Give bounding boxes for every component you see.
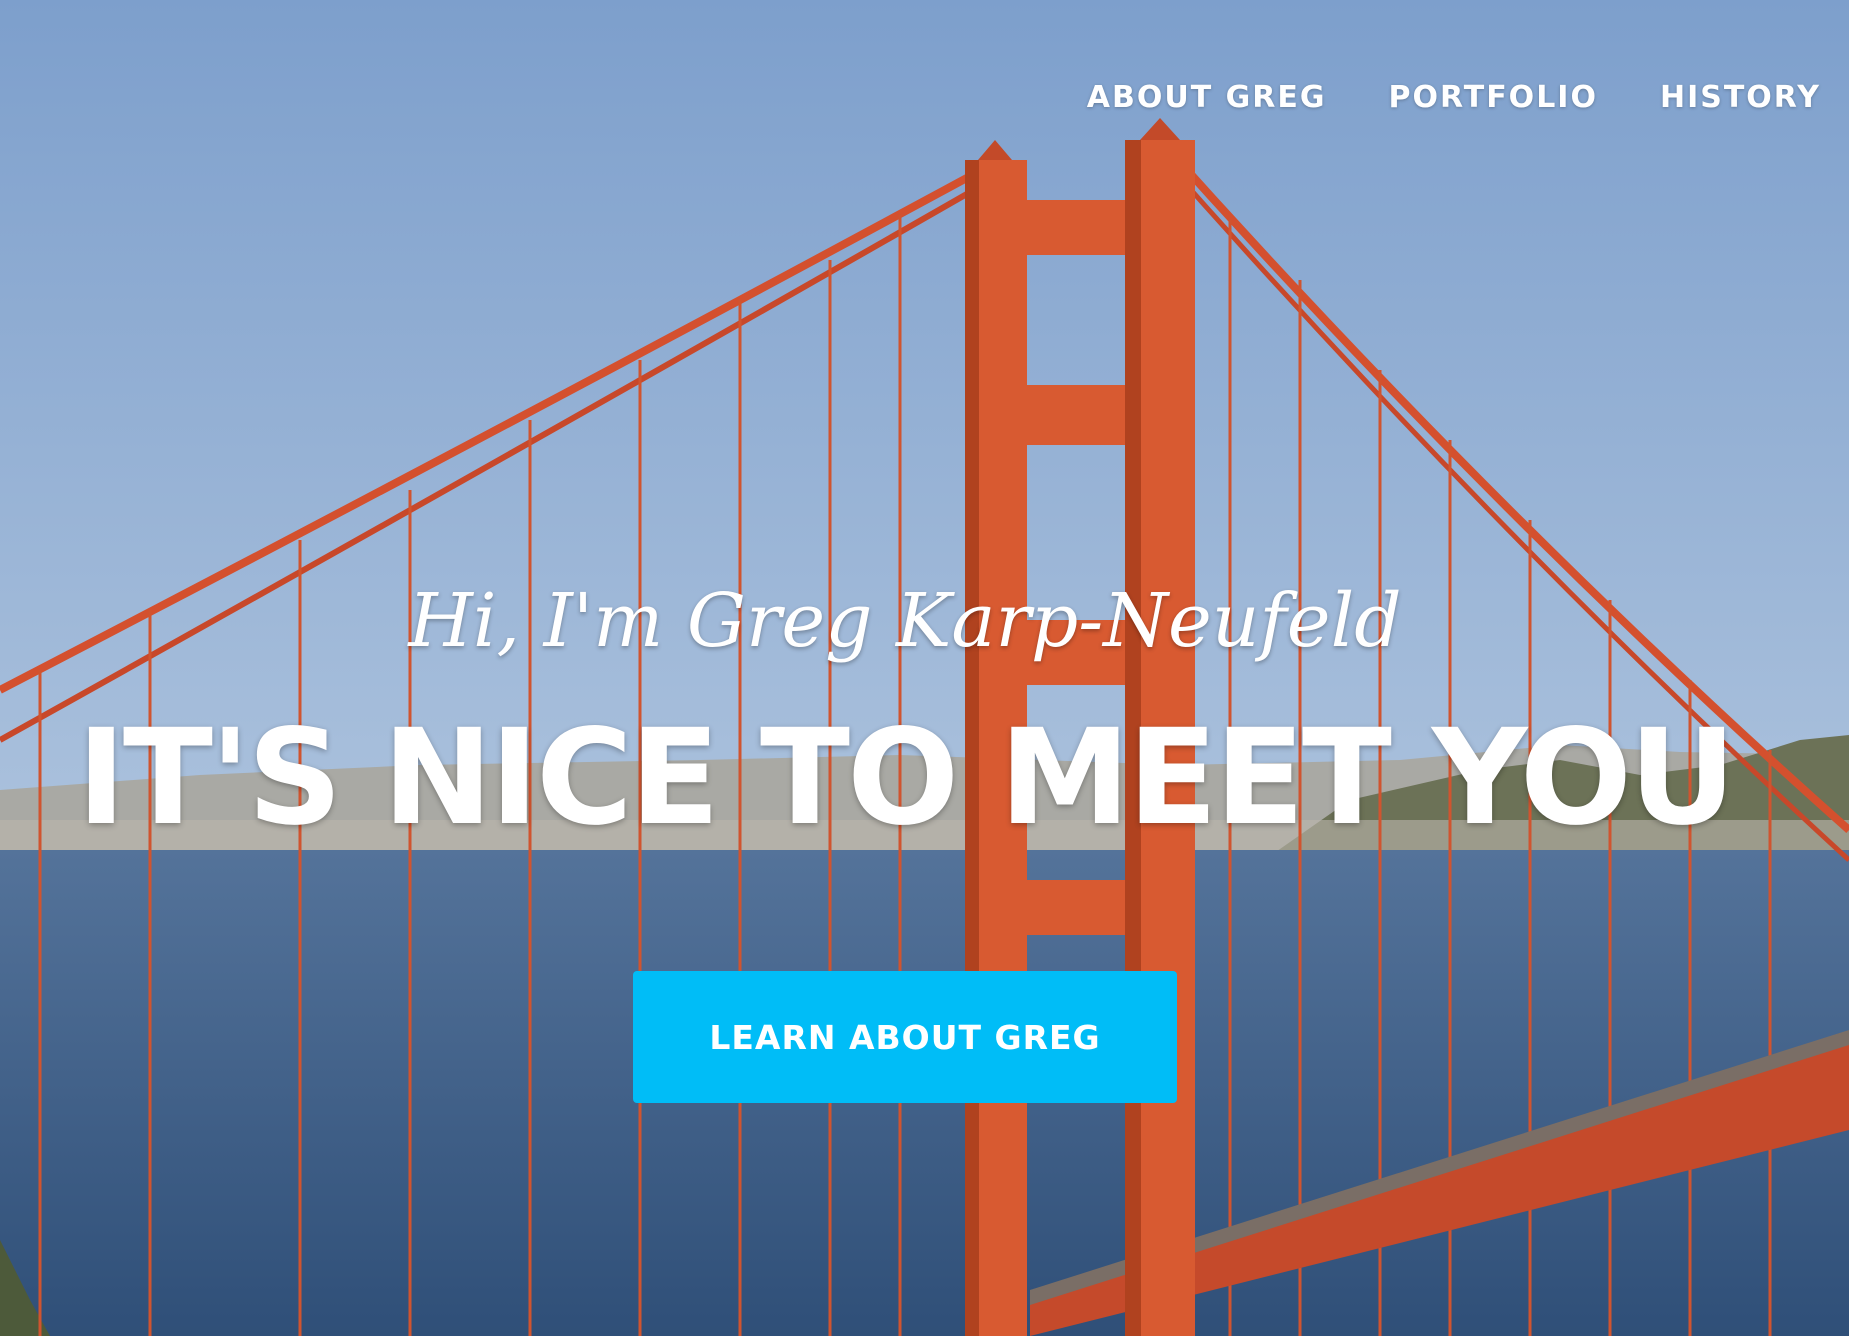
hero-section: ABOUT GREG PORTFOLIO HISTORY Hi, I'm Gre… [0, 0, 1849, 1336]
top-nav: ABOUT GREG PORTFOLIO HISTORY [1087, 80, 1821, 115]
nav-history-link[interactable]: HISTORY [1660, 80, 1821, 115]
nav-about-greg-link[interactable]: ABOUT GREG [1087, 80, 1327, 115]
nav-portfolio-link[interactable]: PORTFOLIO [1388, 80, 1597, 115]
golden-gate-bridge-background [0, 0, 1849, 1336]
hero-headline: IT'S NICE TO MEET YOU [76, 701, 1736, 855]
learn-about-greg-button[interactable]: LEARN ABOUT GREG [633, 971, 1177, 1103]
hero-subtitle: Hi, I'm Greg Karp-Neufeld [408, 578, 1402, 664]
